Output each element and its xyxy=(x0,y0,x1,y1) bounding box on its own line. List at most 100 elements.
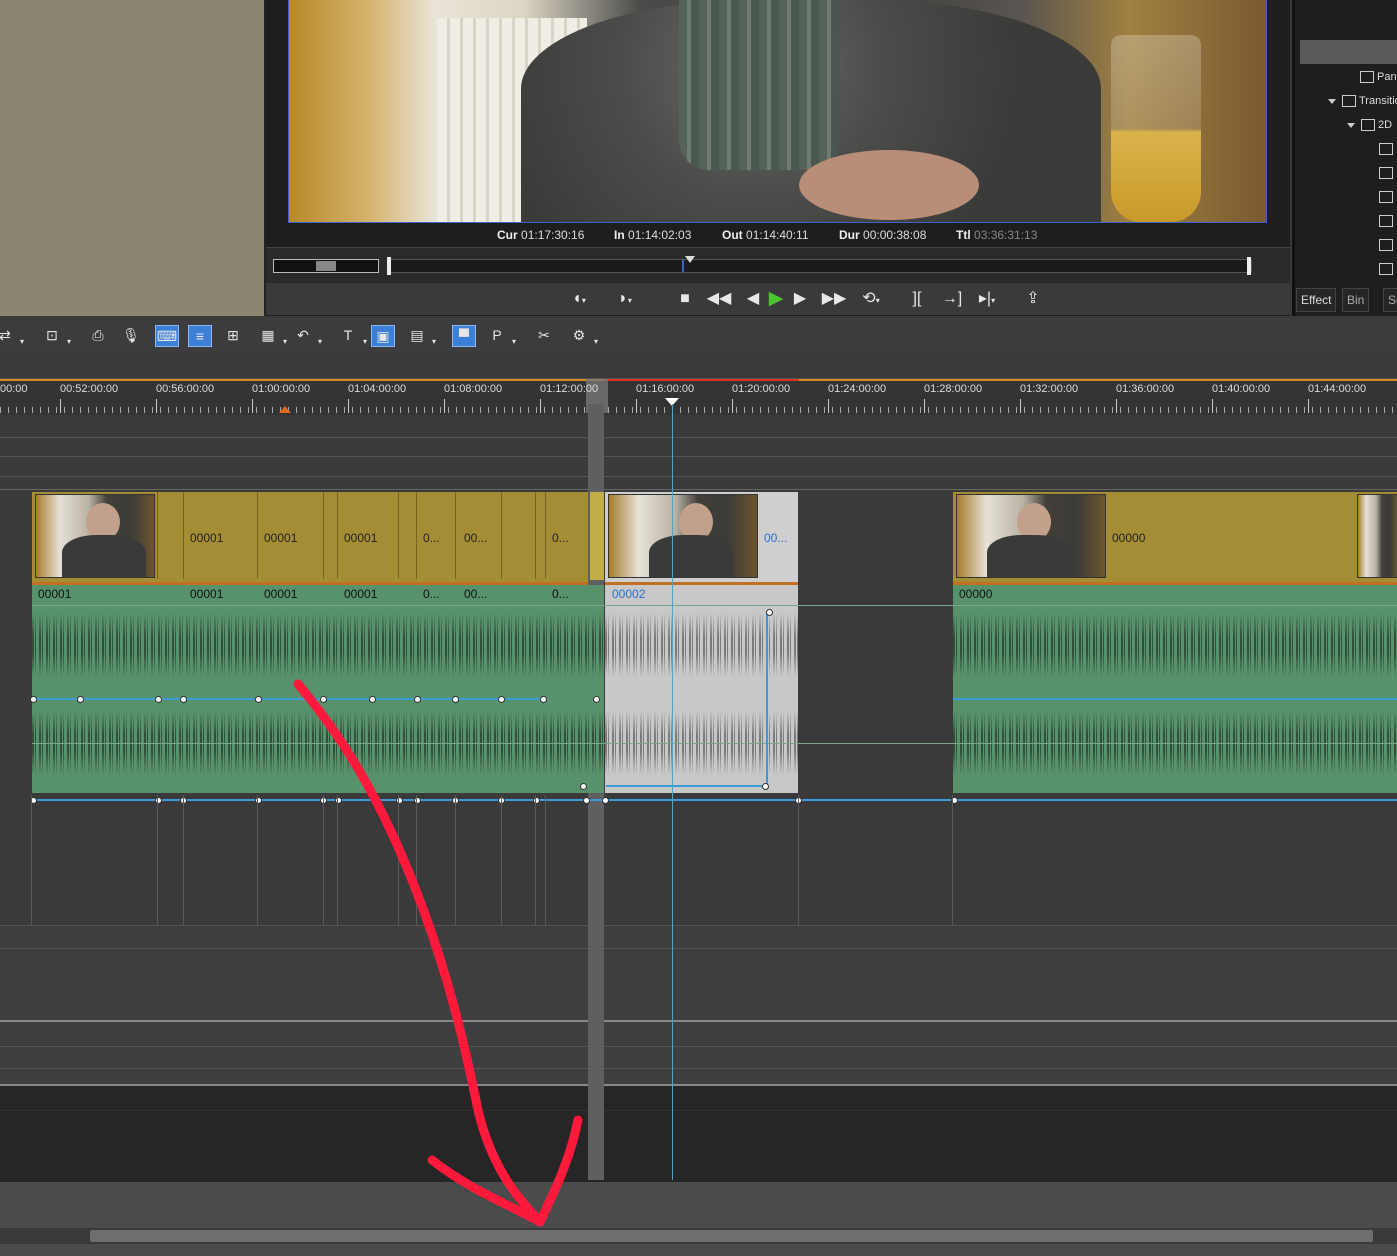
cut-icon[interactable]: ✂ xyxy=(533,325,555,345)
timeline-ruler[interactable]: 00:00 00:52:00:00 00:56:00:00 01:00:00:0… xyxy=(0,378,1397,415)
play-to-out-icon[interactable]: ▸|▾ xyxy=(974,287,1000,311)
grid-icon[interactable]: ▦ ▾ xyxy=(257,325,287,346)
video-preview[interactable] xyxy=(288,0,1267,223)
clip-divider xyxy=(455,492,456,579)
expand-arrow-icon[interactable] xyxy=(1328,98,1336,104)
video-clip-label: 00001 xyxy=(190,531,224,545)
transition-item[interactable] xyxy=(1379,263,1396,276)
effect-folder-transitions[interactable]: Transitio xyxy=(1328,95,1397,108)
transition-item[interactable] xyxy=(1379,191,1396,204)
scrub-area xyxy=(266,247,1290,284)
audio-clip[interactable] xyxy=(32,585,604,793)
zoom-slider[interactable] xyxy=(273,259,379,273)
volume-rubberband[interactable] xyxy=(606,785,766,787)
volume-rubberband[interactable] xyxy=(766,612,768,786)
effects-icon[interactable]: ⊞ xyxy=(222,325,244,345)
video-clip-label: 0... xyxy=(423,531,440,545)
keyframe-node[interactable] xyxy=(452,696,459,703)
effect-item-pan[interactable]: Pan xyxy=(1360,71,1397,84)
color-icon[interactable]: ▤ ▾ xyxy=(406,325,436,346)
transition-item[interactable] xyxy=(1379,239,1396,252)
keyframe-node[interactable] xyxy=(593,696,600,703)
crop-icon[interactable]: ⊡ ▾ xyxy=(41,325,71,346)
keyframe-node[interactable] xyxy=(498,696,505,703)
proxy-icon[interactable]: P ▾ xyxy=(486,325,516,346)
tab-sequence[interactable]: Sc xyxy=(1383,288,1397,312)
timecode-in: In 01:14:02:03 xyxy=(614,228,692,242)
keyframe-node[interactable] xyxy=(369,696,376,703)
transition-item[interactable] xyxy=(1379,167,1396,180)
mark-out-icon[interactable]: ◗▾ xyxy=(612,287,638,311)
audio-clip[interactable] xyxy=(953,585,1397,793)
keyframe-node[interactable] xyxy=(583,797,590,804)
expand-arrow-icon[interactable] xyxy=(1347,122,1355,128)
keyframe-node[interactable] xyxy=(77,696,84,703)
jump-in-icon[interactable]: ][ xyxy=(904,287,930,311)
mixer-icon[interactable]: ≡ xyxy=(188,325,212,347)
clip-boundary-line xyxy=(31,795,32,925)
volume-rubberband[interactable] xyxy=(32,698,544,700)
keyframe-node[interactable] xyxy=(30,696,37,703)
keyframe-node[interactable] xyxy=(766,609,773,616)
camera-icon[interactable]: ⚙ ▾ xyxy=(568,325,598,346)
effect-folder-2d[interactable]: 2D xyxy=(1347,119,1392,132)
voiceover-icon[interactable]: 🎙 xyxy=(120,325,142,345)
keyframe-node[interactable] xyxy=(320,696,327,703)
keyframe-node[interactable] xyxy=(255,696,262,703)
keyframe-node[interactable] xyxy=(762,783,769,790)
mode-icon[interactable]: ⇄ ▾ xyxy=(0,325,24,346)
stop-icon[interactable]: ■ xyxy=(672,287,698,311)
step-forward-icon[interactable]: ▶ xyxy=(787,287,813,311)
undo-icon[interactable]: ↶ ▾ xyxy=(292,325,322,346)
export-icon[interactable]: ⇪ xyxy=(1020,287,1046,311)
zoom-slider-thumb[interactable] xyxy=(316,261,336,271)
tab-effect[interactable]: Effect xyxy=(1296,288,1337,312)
in-marker[interactable] xyxy=(279,406,291,413)
scrub-end-handle[interactable] xyxy=(1247,257,1251,275)
ruler-label: 01:12:00:00 xyxy=(540,383,599,395)
effect-icon xyxy=(1360,71,1374,84)
clip-divider xyxy=(535,492,536,579)
clip-boundary-line xyxy=(416,795,417,925)
scrub-playhead[interactable] xyxy=(685,256,695,263)
overlay-icon[interactable]: ▣ xyxy=(371,325,395,347)
horizontal-scrollbar[interactable] xyxy=(0,1228,1397,1244)
horizontal-scrollbar-thumb[interactable] xyxy=(90,1230,1373,1242)
player-panel: Cur 01:17:30:16 In 01:14:02:03 Out 01:14… xyxy=(266,0,1290,316)
keyboard-icon[interactable]: ⌨ xyxy=(155,325,179,347)
audio-waveform xyxy=(953,605,1397,685)
capture-icon[interactable]: ⎙ xyxy=(87,325,109,345)
keyframe-node[interactable] xyxy=(602,797,609,804)
transition-item[interactable] xyxy=(1379,215,1396,228)
transition-icon xyxy=(1379,167,1393,180)
title-icon[interactable]: T ▾ xyxy=(337,325,367,346)
jump-out-icon[interactable]: →] xyxy=(939,287,965,311)
audio-clip-label: 0... xyxy=(552,587,569,601)
rewind-icon[interactable]: ◀◀ xyxy=(706,287,732,311)
track-separator xyxy=(0,456,1397,457)
keyframe-node[interactable] xyxy=(540,696,547,703)
video-clip-label: 00... xyxy=(764,531,788,545)
play-icon[interactable]: ▶ xyxy=(763,287,789,311)
mark-in-icon[interactable]: ◖▾ xyxy=(566,287,592,311)
ruler-label: 01:40:00:00 xyxy=(1212,383,1271,395)
track-separator xyxy=(0,1046,1397,1047)
scrub-start-handle[interactable] xyxy=(387,257,391,275)
loop-icon[interactable]: ⟲▾ xyxy=(858,287,884,311)
keyframe-node[interactable] xyxy=(180,696,187,703)
tab-bin[interactable]: Bin xyxy=(1342,288,1370,312)
keyframe-node[interactable] xyxy=(414,696,421,703)
transition-item[interactable] xyxy=(1379,143,1396,156)
ruler-major-tick xyxy=(60,399,61,413)
scrub-bar[interactable] xyxy=(387,256,1252,275)
volume-rubberband[interactable] xyxy=(953,698,1397,700)
ruler-label: 01:32:00:00 xyxy=(1020,383,1079,395)
keyframe-node[interactable] xyxy=(155,696,162,703)
pan-rubberband[interactable] xyxy=(32,799,1397,801)
track-separator xyxy=(0,1020,1397,1022)
fast-forward-icon[interactable]: ▶▶ xyxy=(821,287,847,311)
keyframe-node[interactable] xyxy=(580,783,587,790)
ruler-major-tick xyxy=(252,399,253,413)
audio-clip-selected[interactable] xyxy=(605,585,798,793)
snap-icon[interactable]: ▀ xyxy=(452,325,476,347)
